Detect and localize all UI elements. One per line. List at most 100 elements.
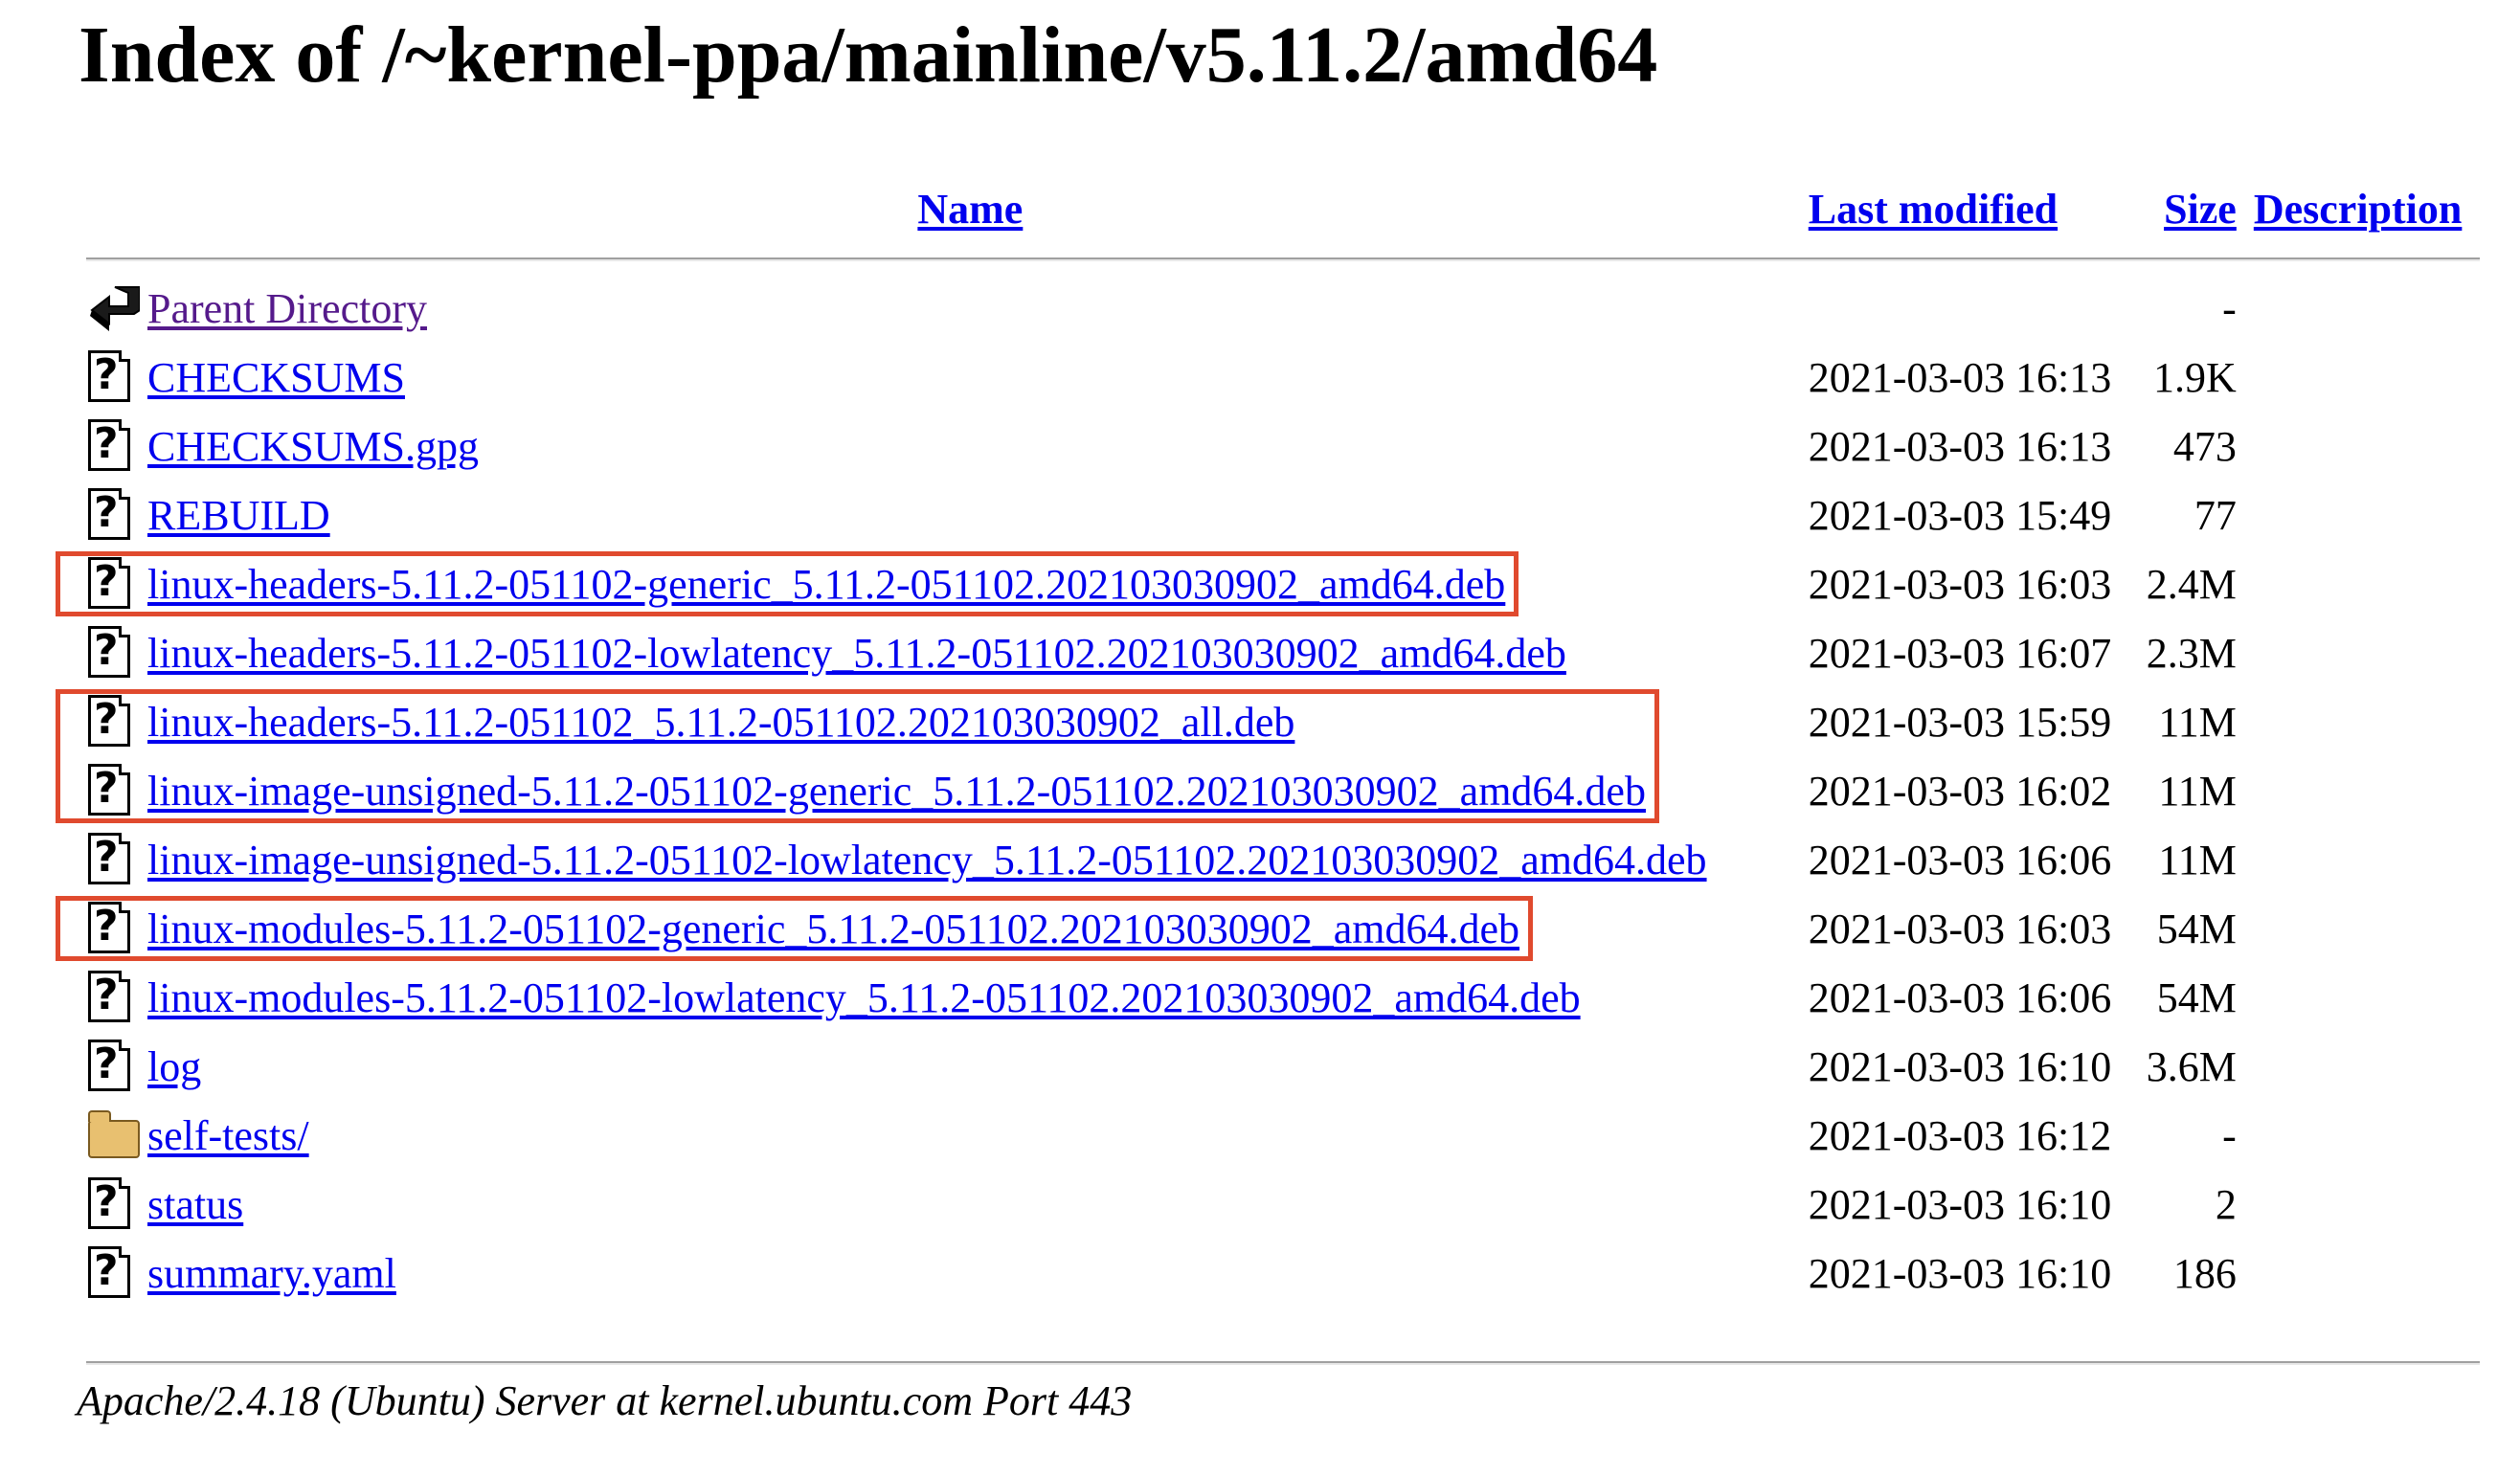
file-name-cell: status	[142, 1170, 1799, 1239]
table-row: ? linux-headers-5.11.2-051102-generic_5.1…	[86, 549, 2480, 618]
file-last-modified: 2021-03-03 16:06	[1808, 973, 2112, 1021]
table-row: ? REBUILD 2021-03-03 15:49 77	[86, 481, 2480, 549]
file-description	[2248, 343, 2480, 412]
file-link[interactable]: linux-image-unsigned-5.11.2-051102-lowla…	[147, 837, 1707, 883]
file-icon-cell: ?	[86, 1170, 142, 1239]
parent-name-cell: Parent Directory	[142, 274, 1799, 343]
file-link[interactable]: log	[147, 1043, 201, 1090]
unknown-file-icon: ?	[86, 969, 136, 1026]
parent-size: -	[2222, 284, 2237, 332]
file-icon-cell: ?	[86, 549, 142, 618]
horizontal-rule	[86, 1361, 2480, 1365]
file-name-cell: CHECKSUMS.gpg	[142, 412, 1799, 481]
file-description	[2248, 412, 2480, 481]
file-description	[2248, 963, 2480, 1032]
table-row: ? log 2021-03-03 16:10 3.6M	[86, 1032, 2480, 1101]
parent-icon-cell	[86, 274, 142, 343]
file-size: 11M	[2158, 767, 2237, 815]
file-link[interactable]: CHECKSUMS.gpg	[147, 423, 479, 470]
horizontal-rule	[86, 257, 2480, 261]
file-last-modified: 2021-03-03 16:03	[1808, 560, 2112, 608]
file-last-modified: 2021-03-03 15:59	[1808, 698, 2112, 746]
file-size: 186	[2172, 1249, 2237, 1297]
file-size: 2.4M	[2146, 560, 2237, 608]
file-last-modified: 2021-03-03 16:07	[1808, 629, 2112, 677]
file-size: 11M	[2158, 698, 2237, 746]
file-link[interactable]: linux-headers-5.11.2-051102-lowlatency_5…	[147, 630, 1566, 677]
parent-description	[2248, 274, 2480, 343]
file-link[interactable]: linux-headers-5.11.2-051102-generic_5.11…	[147, 561, 1505, 608]
file-last-modified: 2021-03-03 16:12	[1808, 1111, 2112, 1159]
table-row: ? CHECKSUMS.gpg 2021-03-03 16:13 473	[86, 412, 2480, 481]
file-description	[2248, 1032, 2480, 1101]
unknown-file-icon: ?	[86, 555, 136, 613]
unknown-file-icon: ?	[86, 348, 136, 406]
file-size: 54M	[2156, 973, 2237, 1021]
file-name-cell: log	[142, 1032, 1799, 1101]
file-name-cell: REBUILD	[142, 481, 1799, 549]
file-icon-cell: ?	[86, 825, 142, 894]
file-icon-cell: ?	[86, 412, 142, 481]
unknown-file-icon: ?	[86, 1038, 136, 1095]
server-signature: Apache/2.4.18 (Ubuntu) Server at kernel.…	[77, 1377, 1133, 1424]
folder-icon	[86, 1107, 140, 1164]
file-icon-cell: ?	[86, 894, 142, 963]
file-name-cell: linux-headers-5.11.2-051102-lowlatency_5…	[142, 618, 1799, 687]
table-row: ? linux-modules-5.11.2-051102-lowlatency_…	[86, 963, 2480, 1032]
file-size: 2	[2215, 1180, 2237, 1228]
file-size: 11M	[2158, 836, 2237, 883]
unknown-file-icon: ?	[86, 486, 136, 544]
file-link[interactable]: status	[147, 1181, 243, 1228]
size-column-header: Size	[2135, 172, 2248, 245]
name-column-header: Name	[142, 172, 1799, 245]
file-link[interactable]: linux-headers-5.11.2-051102_5.11.2-05110…	[147, 699, 1294, 746]
file-last-modified: 2021-03-03 16:10	[1808, 1180, 2112, 1228]
table-row: self-tests/2021-03-03 16:12 -	[86, 1101, 2480, 1170]
table-row: ? linux-image-unsigned-5.11.2-051102-lowl…	[86, 825, 2480, 894]
file-description	[2248, 825, 2480, 894]
file-name-cell: linux-image-unsigned-5.11.2-051102-lowla…	[142, 825, 1799, 894]
header-divider-row	[86, 245, 2480, 274]
file-link[interactable]: self-tests/	[147, 1112, 309, 1159]
file-description	[2248, 481, 2480, 549]
file-size: 473	[2172, 422, 2237, 470]
file-link[interactable]: REBUILD	[147, 492, 330, 539]
file-link[interactable]: CHECKSUMS	[147, 354, 405, 401]
file-link[interactable]: linux-modules-5.11.2-051102-lowlatency_5…	[147, 974, 1581, 1021]
file-link[interactable]: summary.yaml	[147, 1250, 396, 1297]
unknown-file-icon: ?	[86, 693, 136, 750]
file-description	[2248, 1170, 2480, 1239]
file-size: 1.9K	[2153, 353, 2237, 401]
last-modified-column-header: Last modified	[1799, 172, 2135, 245]
unknown-file-icon: ?	[86, 831, 136, 888]
footer-divider-row	[86, 1308, 2480, 1365]
file-name-cell: linux-headers-5.11.2-051102_5.11.2-05110…	[142, 687, 1799, 756]
table-header-row: Name Last modified Size Description	[86, 172, 2480, 245]
parent-directory-link[interactable]: Parent Directory	[147, 285, 427, 332]
sort-by-last-modified-link[interactable]: Last modified	[1809, 186, 2058, 233]
file-link[interactable]: linux-modules-5.11.2-051102-generic_5.11…	[147, 906, 1519, 952]
sort-by-description-link[interactable]: Description	[2254, 186, 2463, 233]
sort-by-name-link[interactable]: Name	[917, 186, 1023, 233]
table-row: ? status 2021-03-03 16:10 2	[86, 1170, 2480, 1239]
table-row: ? linux-headers-5.11.2-051102_5.11.2-0511…	[86, 687, 2480, 756]
file-name-cell: linux-modules-5.11.2-051102-generic_5.11…	[142, 894, 1799, 963]
file-link[interactable]: linux-image-unsigned-5.11.2-051102-gener…	[147, 768, 1646, 815]
file-name-cell: self-tests/	[142, 1101, 1799, 1170]
sort-by-size-link[interactable]: Size	[2164, 186, 2237, 233]
file-last-modified: 2021-03-03 15:49	[1808, 491, 2112, 539]
unknown-file-icon: ?	[86, 624, 136, 682]
file-size: 2.3M	[2146, 629, 2237, 677]
file-icon-cell: ?	[86, 963, 142, 1032]
file-last-modified: 2021-03-03 16:10	[1808, 1042, 2112, 1090]
file-last-modified: 2021-03-03 16:03	[1808, 905, 2112, 952]
unknown-file-icon: ?	[86, 1175, 136, 1233]
file-last-modified: 2021-03-03 16:10	[1808, 1249, 2112, 1297]
file-name-cell: linux-headers-5.11.2-051102-generic_5.11…	[142, 549, 1799, 618]
file-icon-cell: ?	[86, 1239, 142, 1308]
file-icon-cell: ?	[86, 756, 142, 825]
description-column-header: Description	[2248, 172, 2480, 245]
file-icon-cell: ?	[86, 343, 142, 412]
file-description	[2248, 687, 2480, 756]
file-description	[2248, 1101, 2480, 1170]
